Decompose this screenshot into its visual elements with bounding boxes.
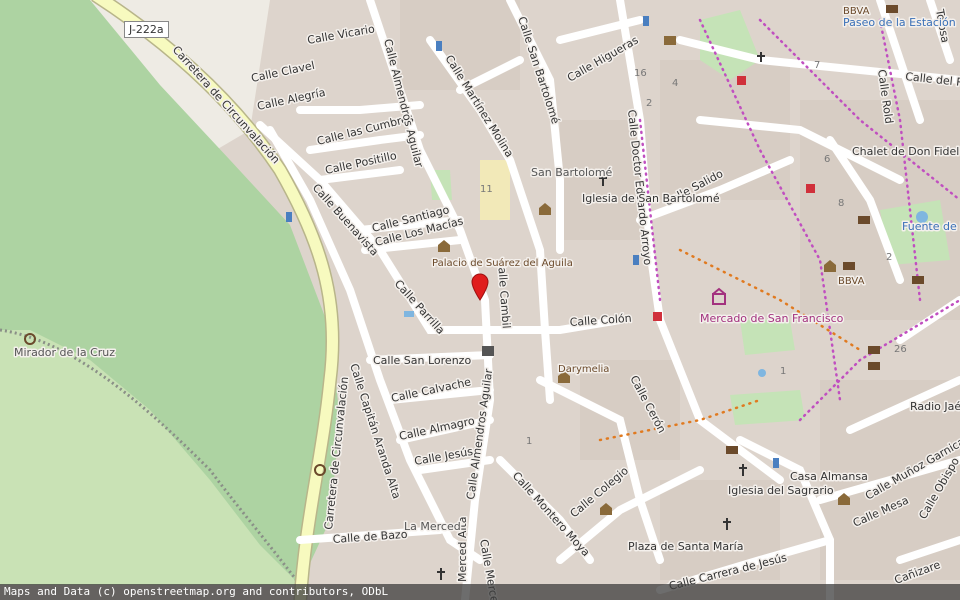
house-number: 16 bbox=[634, 68, 647, 79]
bus-stop-icon-4 bbox=[633, 255, 639, 265]
label-paseo: Paseo de la Estación bbox=[843, 16, 956, 29]
label-iglesia-sb: Iglesia de San Bartolomé bbox=[582, 192, 720, 205]
house-number: 1 bbox=[526, 436, 532, 447]
bank-icon-3 bbox=[858, 216, 870, 224]
label-san-lorenzo: Calle San Lorenzo bbox=[373, 354, 471, 367]
house-number: 7 bbox=[814, 60, 820, 71]
label-plaza: Plaza de Santa María bbox=[628, 540, 743, 553]
map-attribution: Maps and Data (c) openstreetmap.org and … bbox=[0, 584, 960, 600]
map-canvas[interactable]: Carretera de Circunvalación Carretera de… bbox=[0, 0, 960, 600]
bus-stop-icon-3 bbox=[643, 16, 649, 26]
pharmacy-icon-3 bbox=[653, 312, 662, 321]
fountain-icon-2 bbox=[758, 369, 766, 377]
bank-icon-7 bbox=[726, 446, 738, 454]
label-bbva-2: BBVA bbox=[838, 276, 865, 287]
pharmacy-icon-1 bbox=[737, 76, 746, 85]
bank-icon-5 bbox=[868, 362, 880, 370]
label-palacio: Palacio de Suárez del Aguila bbox=[432, 257, 573, 269]
bus-stop-icon bbox=[286, 212, 292, 222]
house-number: 2 bbox=[646, 98, 652, 109]
location-pin-icon[interactable] bbox=[471, 273, 489, 301]
bank-icon-2 bbox=[886, 5, 898, 13]
house-number: 2 bbox=[886, 252, 892, 263]
label-chalet: Chalet de Don Fidel bbox=[852, 145, 959, 158]
mail-icon bbox=[664, 36, 676, 45]
label-merced-place: La Merced bbox=[404, 520, 461, 533]
bank-icon-1 bbox=[843, 262, 855, 270]
bank-icon-6 bbox=[912, 276, 924, 284]
bus-stop-icon-5 bbox=[773, 458, 779, 468]
house-number: 26 bbox=[894, 344, 907, 355]
label-darymelia: Darymelia bbox=[558, 364, 609, 375]
park-plaza bbox=[730, 390, 805, 425]
house-number: 6 bbox=[824, 154, 830, 165]
gate-icon bbox=[482, 346, 494, 356]
house-number: 11 bbox=[480, 184, 493, 195]
house-number: 4 bbox=[672, 78, 678, 89]
pool-icon bbox=[404, 311, 414, 317]
house-number: 1 bbox=[780, 366, 786, 377]
bus-stop-icon-2 bbox=[436, 41, 442, 51]
label-mercado: Mercado de San Francisco bbox=[700, 312, 844, 325]
label-iglesia-sagrario: Iglesia del Sagrario bbox=[728, 484, 834, 497]
label-bbva-1: BBVA bbox=[843, 6, 870, 17]
park-mercado bbox=[740, 320, 795, 355]
label-san-bartolome-place: San Bartolomé bbox=[531, 166, 613, 179]
pharmacy-icon-2 bbox=[806, 184, 815, 193]
label-fuente: Fuente de los Botijos bbox=[902, 220, 960, 233]
road-ref-shield: J-222a bbox=[124, 21, 169, 38]
label-radio: Radio Jaén bbox=[910, 400, 960, 413]
label-casa: Casa Almansa bbox=[790, 470, 868, 483]
label-mirador: Mirador de la Cruz bbox=[14, 346, 115, 359]
house-number: 8 bbox=[838, 198, 844, 209]
bank-icon-4 bbox=[868, 346, 880, 354]
